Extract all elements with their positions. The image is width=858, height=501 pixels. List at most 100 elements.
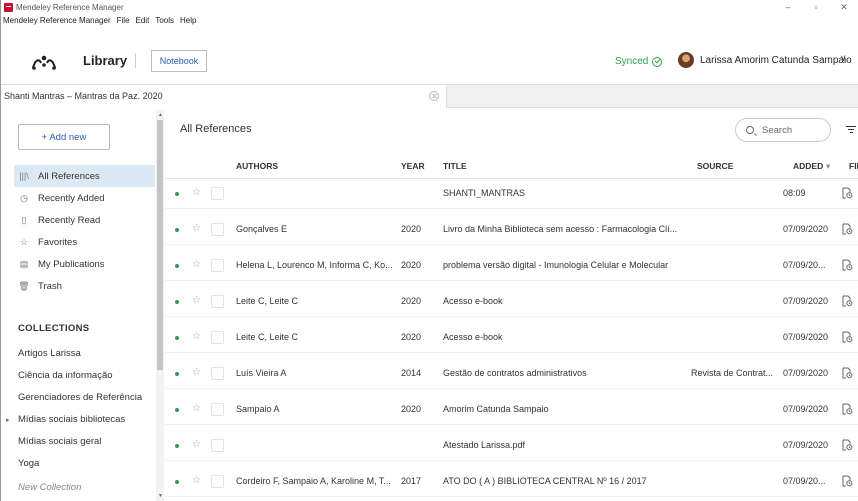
close-button[interactable]: ✕ [830,0,858,14]
user-name[interactable]: Larissa Amorim Catunda Sampaio [700,55,852,66]
document-tab-label: Shanti Mantras – Mantras da Paz. 2020 [4,91,163,101]
column-header-authors[interactable]: AUTHORS [236,161,278,171]
new-collection-link[interactable]: New Collection [18,482,81,493]
row-checkbox[interactable] [211,295,224,308]
window-controls: – ▫ ✕ [774,0,858,14]
sidebar-item-label: Trash [38,280,62,292]
document-tab-bar: Shanti Mantras – Mantras da Paz. 2020 [1,84,858,108]
table-row[interactable]: ☆ Leite C, Leite C 2020 Acesso e-book 07… [165,324,858,353]
scroll-up-icon[interactable]: ▲ [158,112,163,118]
attachment-file-icon[interactable] [841,403,853,415]
collection-item[interactable]: Mídias sociais bibliotecas [18,414,125,425]
attachment-file-icon[interactable] [841,295,853,307]
attachment-file-icon[interactable] [841,187,853,199]
sidebar-scrollbar[interactable]: ▲ ▼ [156,110,164,501]
table-row[interactable]: ☆ Helena L, Lourenco M, Informa C, Ko...… [165,252,858,281]
menu-help[interactable]: Help [180,16,196,25]
collection-item[interactable]: Artigos Larissa [18,348,81,359]
sidebar-item-my-publications[interactable]: ▤ My Publications [14,253,155,275]
read-status-icon [175,264,179,268]
sidebar-item-recently-added[interactable]: ◷ Recently Added [14,187,155,209]
notebook-button[interactable]: Notebook [151,50,207,72]
menu-tools[interactable]: Tools [155,16,174,25]
check-circle-icon [652,56,663,67]
cell-authors: Leite C, Leite C [236,296,299,306]
attachment-file-icon[interactable] [841,223,853,235]
row-checkbox[interactable] [211,331,224,344]
trash-icon: 🗑 [18,280,30,291]
add-new-button[interactable]: + Add new [18,124,110,150]
cell-year: 2020 [401,332,422,342]
row-checkbox[interactable] [211,475,224,488]
column-header-file[interactable]: FIL [849,161,858,171]
favorite-star-icon[interactable]: ☆ [192,223,201,234]
sidebar-item-favorites[interactable]: ☆ Favorites [14,231,155,253]
minimize-button[interactable]: – [774,0,802,14]
row-checkbox[interactable] [211,223,224,236]
document-tab[interactable]: Shanti Mantras – Mantras da Paz. 2020 [1,85,447,108]
attachment-file-icon[interactable] [841,331,853,343]
search-input[interactable]: Search [735,118,831,142]
cell-authors: Luís Vieira A [236,368,287,378]
favorite-star-icon[interactable]: ☆ [192,439,201,450]
collections-header: COLLECTIONS [18,323,90,334]
column-header-source[interactable]: SOURCE [697,161,733,171]
menu-app[interactable]: Mendeley Reference Manager [3,16,111,25]
table-row[interactable]: ☆ Luís Vieira A 2014 Gestão de contratos… [165,360,858,389]
column-header-title[interactable]: TITLE [443,161,467,171]
column-header-added[interactable]: ADDED [793,161,823,171]
cell-title: ATO DO ( A ) BIBLIOTECA CENTRAL Nº 16 / … [443,476,647,486]
row-checkbox[interactable] [211,259,224,272]
read-status-icon [175,300,179,304]
attachment-file-icon[interactable] [841,367,853,379]
collection-item[interactable]: Ciência da informação [18,370,113,381]
column-header-year[interactable]: YEAR [401,161,425,171]
attachment-file-icon[interactable] [841,475,853,487]
table-row[interactable]: ☆ Cordeiro F, Sampaio A, Karoline M, T..… [165,468,858,497]
read-status-icon [175,444,179,448]
sidebar-item-all-references[interactable]: |||\ All References [14,165,155,187]
menu-edit[interactable]: Edit [136,16,150,25]
row-checkbox[interactable] [211,187,224,200]
expand-collection-icon[interactable]: ▸ [6,416,10,424]
table-row[interactable]: ☆ Gonçalves E 2020 Livro da Minha Biblio… [165,216,858,245]
table-row[interactable]: ☆ Sampaio A 2020 Amorim Catunda Sampaio … [165,396,858,425]
table-row[interactable]: ☆ Leite C, Leite C 2020 Acesso e-book 07… [165,288,858,317]
avatar[interactable] [678,52,694,68]
favorite-star-icon[interactable]: ☆ [192,295,201,306]
row-checkbox[interactable] [211,367,224,380]
favorite-star-icon[interactable]: ☆ [192,187,201,198]
cell-authors: Helena L, Lourenco M, Informa C, Ko... [236,260,393,270]
sidebar-item-trash[interactable]: 🗑 Trash [14,275,155,297]
scroll-down-icon[interactable]: ▼ [158,493,163,499]
row-checkbox[interactable] [211,439,224,452]
bookmark-icon: ▯ [21,214,27,225]
favorite-star-icon[interactable]: ☆ [192,331,201,342]
library-title[interactable]: Library [83,53,127,68]
favorite-star-icon[interactable]: ☆ [192,475,201,486]
cell-authors: Cordeiro F, Sampaio A, Karoline M, T... [236,476,391,486]
read-status-icon [175,336,179,340]
close-tab-icon[interactable] [429,91,439,101]
attachment-file-icon[interactable] [841,439,853,451]
sidebar-item-recently-read[interactable]: ▯ Recently Read [14,209,155,231]
row-checkbox[interactable] [211,403,224,416]
mendeley-logo-icon [32,55,56,70]
restore-button[interactable]: ▫ [802,0,830,14]
filter-icon[interactable] [846,126,856,134]
menu-file[interactable]: File [117,16,130,25]
sidebar-scrollbar-thumb[interactable] [157,120,163,370]
collection-item[interactable]: Mídias sociais geral [18,436,101,447]
table-row[interactable]: ☆ Atestado Larissa.pdf 07/09/2020 [165,432,858,461]
collection-item[interactable]: Gerenciadores de Referência [18,392,142,403]
favorite-star-icon[interactable]: ☆ [192,259,201,270]
cell-title: SHANTI_MANTRAS [443,188,526,198]
collection-item[interactable]: Yoga [18,458,39,469]
sort-desc-icon[interactable]: ▾ [826,161,830,172]
read-status-icon [175,192,179,196]
favorite-star-icon[interactable]: ☆ [192,403,201,414]
table-row[interactable]: ☆ SHANTI_MANTRAS 08:09 [165,180,858,209]
chevron-down-icon[interactable]: ∨ [840,53,847,64]
attachment-file-icon[interactable] [841,259,853,271]
favorite-star-icon[interactable]: ☆ [192,367,201,378]
